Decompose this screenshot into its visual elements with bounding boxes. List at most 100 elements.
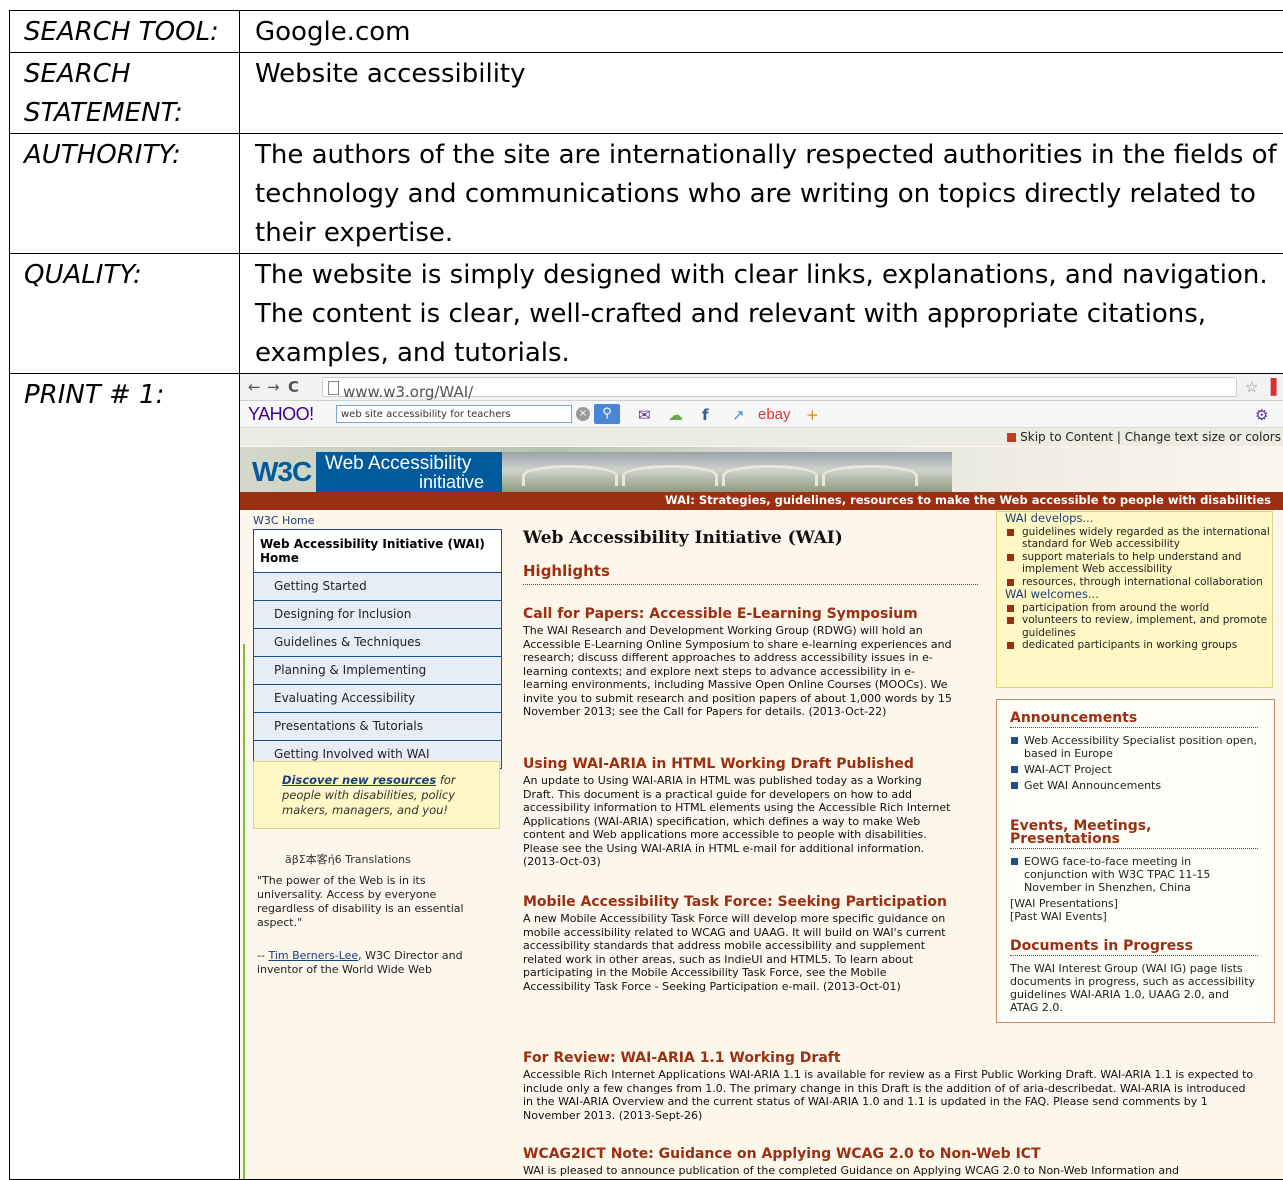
news-title: WCAG2ICT Note: Guidance on Applying WCAG… — [523, 1146, 1258, 1162]
label-search-tool: SEARCH TOOL: — [10, 11, 240, 53]
welcomes-item: participation from around the world — [1022, 602, 1272, 615]
welcomes-item: dedicated participants in working groups — [1022, 639, 1272, 652]
discover-link: Discover new resources — [282, 773, 436, 787]
green-divider — [243, 644, 245, 1180]
announcements-block: Announcements Web Accessibility Speciali… — [1010, 712, 1258, 795]
label-print: PRINT # 1: — [10, 374, 240, 1180]
yahoo-search-input: web site accessibility for teachers — [336, 405, 572, 423]
sidebar-announcements: Announcements Web Accessibility Speciali… — [996, 699, 1275, 1023]
translations-link: äβΣ本客ή6 Translations — [285, 851, 411, 867]
events-block: Events, Meetings, Presentations EOWG fac… — [1010, 820, 1258, 923]
develops-heading: WAI develops... — [1005, 512, 1272, 525]
events-heading: Events, Meetings, Presentations — [1010, 820, 1258, 849]
skip-link: Skip to Content — [1020, 430, 1113, 444]
discover-box: Discover new resources for people with d… — [253, 761, 500, 829]
news-item: Mobile Accessibility Task Force: Seeking… — [523, 894, 953, 993]
value-quality: The website is simply designed with clea… — [240, 254, 1283, 374]
welcomes-list: participation from around the world volu… — [997, 602, 1272, 652]
nav-item: Presentations & Tutorials — [254, 713, 501, 741]
news-body: The WAI Research and Development Working… — [523, 624, 953, 719]
wai-nav: Web Accessibility Initiative (WAI) Home … — [253, 529, 502, 769]
event-item: EOWG face-to-face meeting in conjunction… — [1024, 855, 1258, 894]
develops-item: guidelines widely regarded as the intern… — [1022, 526, 1272, 551]
nav-item: Planning & Implementing — [254, 657, 501, 685]
row-search-tool: SEARCH TOOL: Google.com — [10, 11, 1283, 53]
row-search-statement: SEARCH STATEMENT: Website accessibility — [10, 53, 1283, 134]
row-quality: QUALITY: The website is simply designed … — [10, 254, 1283, 374]
wai-logo: Web Accessibility initiative — [316, 452, 502, 492]
news-title: Using WAI-ARIA in HTML Working Draft Pub… — [523, 756, 953, 772]
add-icon: + — [806, 406, 819, 424]
forward-arrow-icon: → — [267, 378, 280, 396]
wai-develops-box: WAI develops... guidelines widely regard… — [996, 511, 1273, 688]
evaluation-table: SEARCH TOOL: Google.com SEARCH STATEMENT… — [9, 10, 1283, 1180]
url-text: www.w3.org/WAI/ — [343, 382, 473, 402]
news-item: For Review: WAI-ARIA 1.1 Working Draft A… — [523, 1050, 1258, 1122]
nav-item: Evaluating Accessibility — [254, 685, 501, 713]
nav-item: Getting Started — [254, 573, 501, 601]
announcement-item: Get WAI Announcements — [1024, 779, 1258, 792]
news-item: Using WAI-ARIA in HTML Working Draft Pub… — [523, 756, 953, 869]
value-authority: The authors of the site are internationa… — [240, 134, 1283, 254]
reload-icon: C — [288, 378, 299, 396]
docs-heading: Documents in Progress — [1010, 940, 1258, 956]
label-authority: AUTHORITY: — [10, 134, 240, 254]
row-print: PRINT # 1: ← → C www.w3.org/WAI/ ☆ ▐ YAH… — [10, 374, 1283, 1180]
nav-item: Guidelines & Techniques — [254, 629, 501, 657]
tagline-bar: WAI: Strategies, guidelines, resources t… — [240, 492, 1283, 510]
docs-block: Documents in Progress The WAI Interest G… — [1010, 940, 1258, 1014]
change-text-link: | Change text size or colors — [1117, 430, 1281, 444]
news-body: An update to Using WAI-ARIA in HTML was … — [523, 774, 953, 869]
clear-icon: × — [576, 407, 590, 421]
tagline: WAI: Strategies, guidelines, resources t… — [665, 493, 1271, 507]
docs-text: The WAI Interest Group (WAI IG) page lis… — [1010, 962, 1258, 1014]
star-icon: ☆ — [1245, 378, 1258, 396]
presentations-link: [WAI Presentations] — [1010, 897, 1258, 910]
skip-icon — [1007, 433, 1016, 442]
news-item: Call for Papers: Accessible E-Learning S… — [523, 606, 953, 719]
quote-attribution: -- Tim Berners-Lee, W3C Director and inv… — [257, 949, 477, 977]
past-events-link: [Past WAI Events] — [1010, 910, 1258, 923]
tbl-link: Tim Berners-Lee — [268, 949, 358, 962]
address-bar: www.w3.org/WAI/ — [322, 377, 1237, 397]
welcomes-item: volunteers to review, implement, and pro… — [1022, 614, 1272, 639]
w3c-home-link: W3C Home — [253, 514, 315, 527]
row-authority: AUTHORITY: The authors of the site are i… — [10, 134, 1283, 254]
weather-icon: ☁ — [668, 406, 683, 424]
wai-logo-line2: initiative — [419, 472, 484, 493]
bridge-photo — [502, 452, 952, 492]
w3c-logo: W3C — [252, 456, 324, 486]
news-body: WAI is pleased to announce publication o… — [523, 1164, 1258, 1178]
news-title: Mobile Accessibility Task Force: Seeking… — [523, 894, 953, 910]
welcomes-heading: WAI welcomes... — [1005, 588, 1272, 601]
highlights-heading: Highlights — [523, 562, 978, 585]
news-body: A new Mobile Accessibility Task Force wi… — [523, 912, 953, 993]
news-title: Call for Papers: Accessible E-Learning S… — [523, 606, 953, 622]
announcements-heading: Announcements — [1010, 712, 1258, 728]
quote: "The power of the Web is in its universa… — [257, 874, 477, 930]
facebook-icon: f — [702, 406, 709, 424]
value-search-tool: Google.com — [240, 11, 1283, 53]
search-icon: ⚲ — [594, 404, 620, 424]
nav-home: Web Accessibility Initiative (WAI) Home — [254, 530, 501, 573]
announcement-item: WAI-ACT Project — [1024, 763, 1258, 776]
develops-item: support materials to help understand and… — [1022, 551, 1272, 576]
browser-toolbar: ← → C www.w3.org/WAI/ ☆ ▐ — [240, 374, 1283, 401]
news-body: Accessible Rich Internet Applications WA… — [523, 1068, 1258, 1122]
value-search-statement: Website accessibility — [240, 53, 1283, 134]
news-title: For Review: WAI-ARIA 1.1 Working Draft — [523, 1050, 1258, 1066]
label-search-statement: SEARCH STATEMENT: — [10, 53, 240, 134]
develops-list: guidelines widely regarded as the intern… — [997, 526, 1272, 589]
nav-item: Designing for Inclusion — [254, 601, 501, 629]
website-screenshot: ← → C www.w3.org/WAI/ ☆ ▐ YAHOO! web sit… — [240, 374, 1283, 1180]
label-quality: QUALITY: — [10, 254, 240, 374]
announcement-item: Web Accessibility Specialist position op… — [1024, 734, 1258, 760]
quote-dash: -- — [257, 949, 268, 962]
finance-icon: ↗ — [732, 406, 745, 424]
print-screenshot-cell: ← → C www.w3.org/WAI/ ☆ ▐ YAHOO! web sit… — [240, 374, 1283, 1180]
page-title: Web Accessibility Initiative (WAI) — [523, 528, 843, 548]
settings-gear-icon: ⚙ — [1255, 406, 1268, 424]
back-arrow-icon: ← — [248, 378, 261, 396]
develops-item: resources, through international collabo… — [1022, 576, 1272, 589]
page-icon — [328, 381, 339, 395]
